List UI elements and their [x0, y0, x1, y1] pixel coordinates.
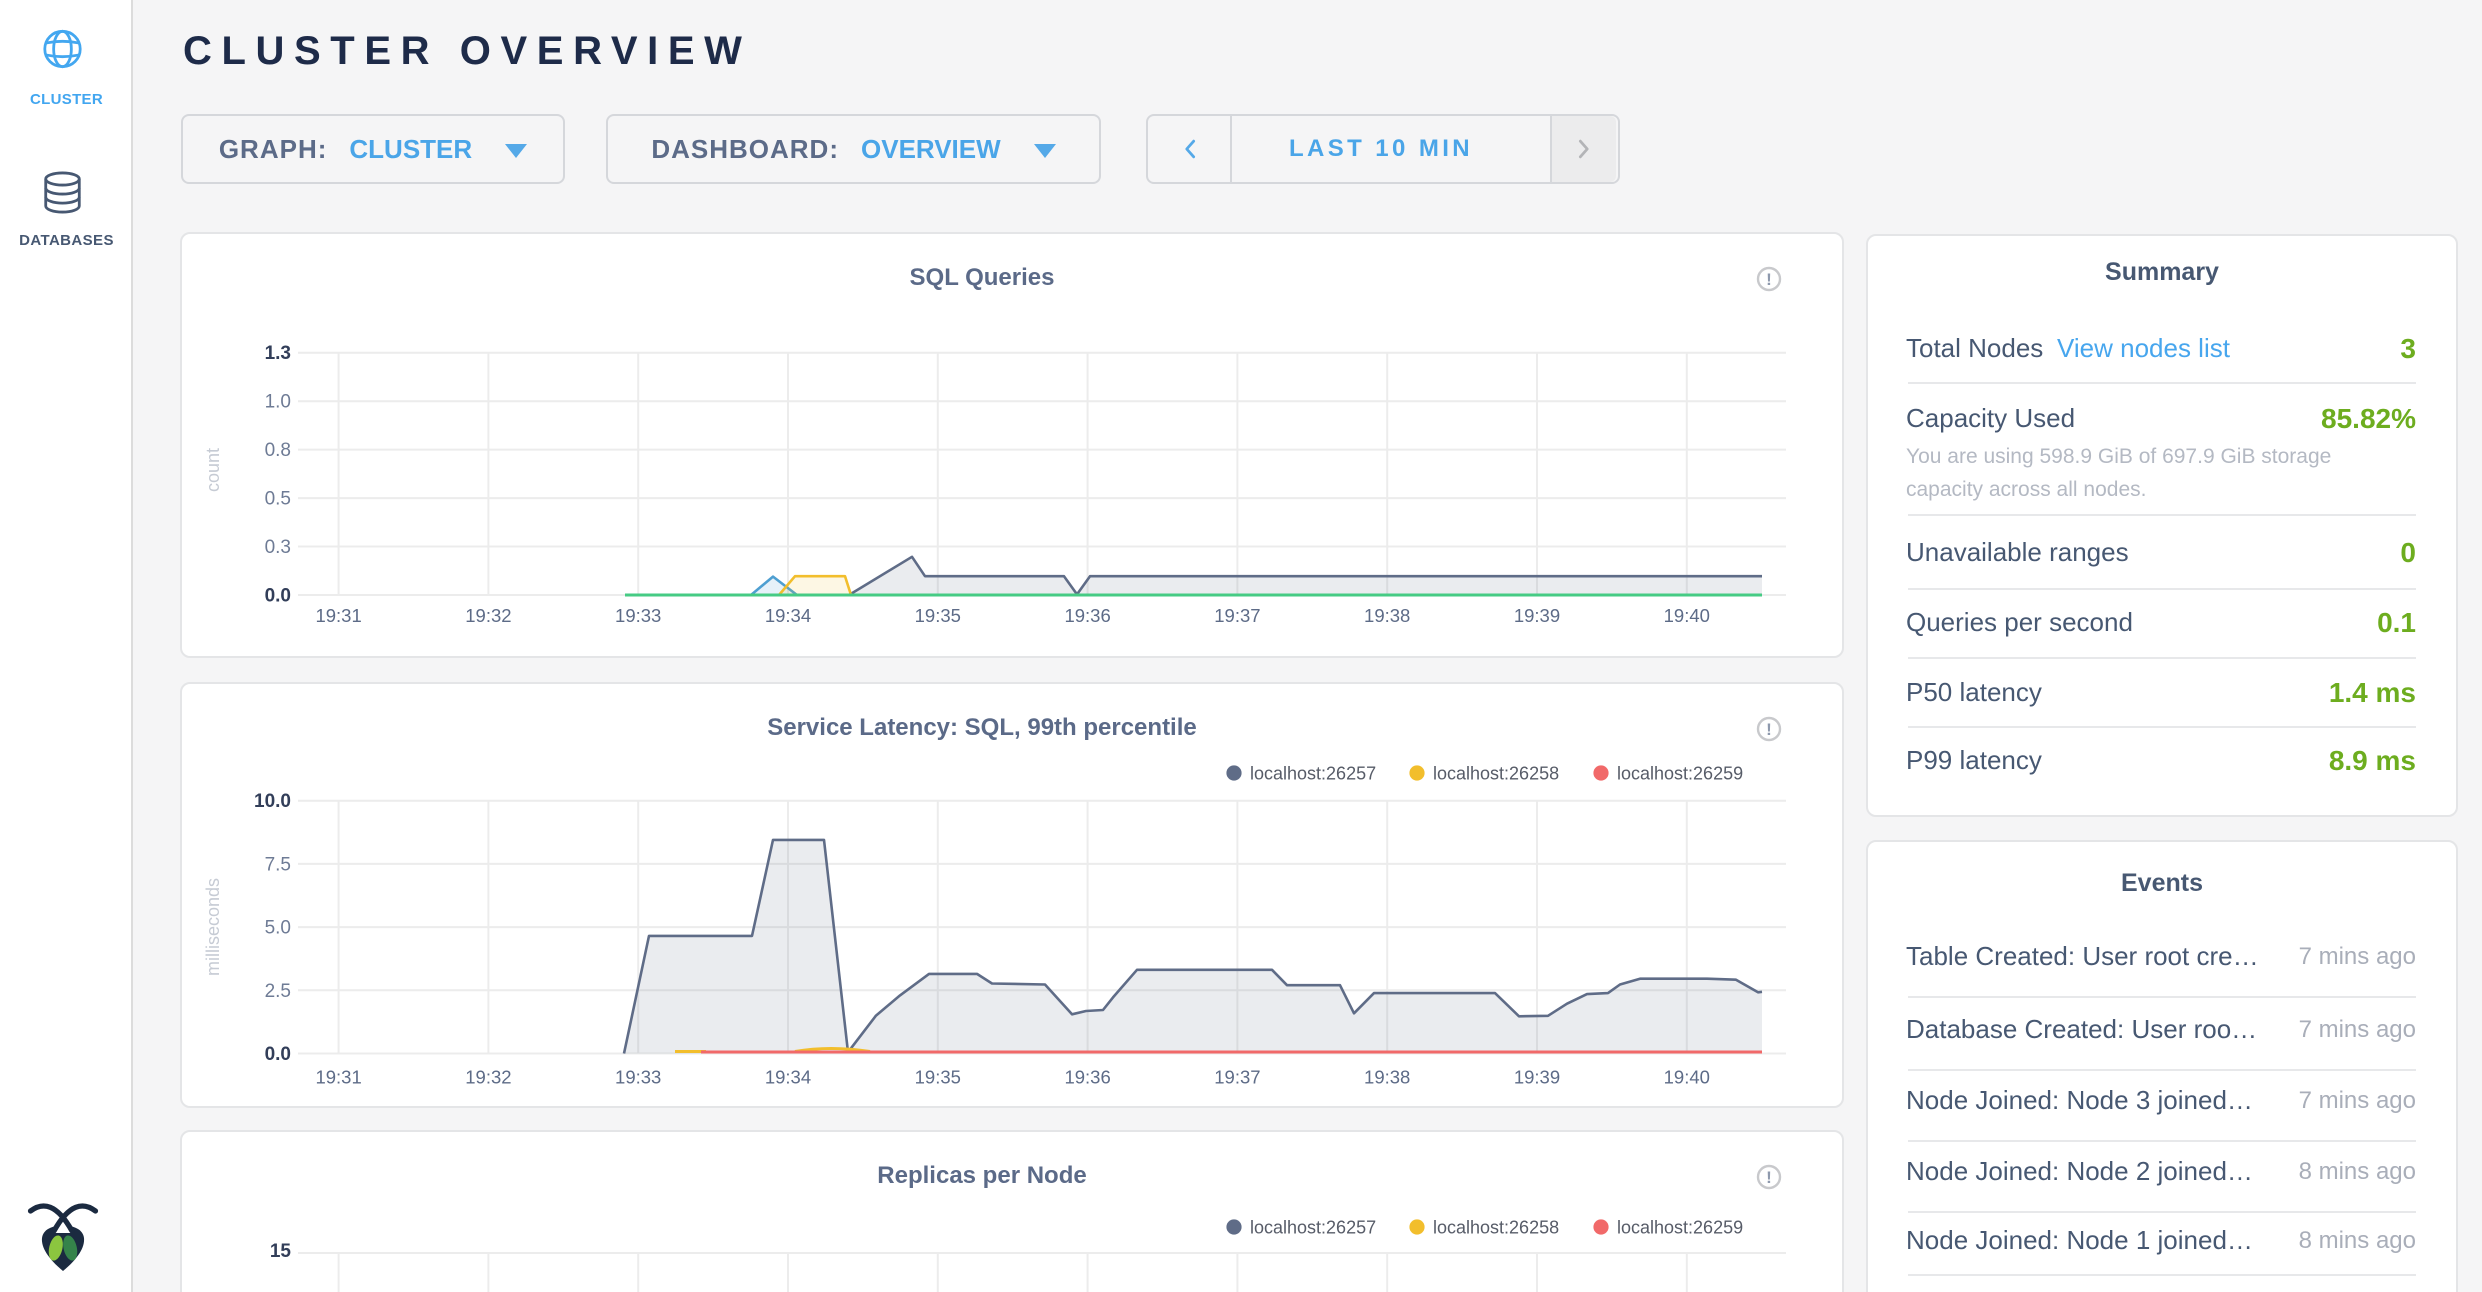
- svg-text:15: 15: [270, 1241, 292, 1262]
- svg-text:19:39: 19:39: [1514, 1067, 1560, 1088]
- svg-text:19:35: 19:35: [915, 605, 961, 626]
- svg-text:0.5: 0.5: [265, 489, 291, 510]
- svg-text:0.8: 0.8: [265, 440, 291, 461]
- svg-text:19:34: 19:34: [765, 1067, 811, 1088]
- svg-text:1.0: 1.0: [265, 392, 291, 413]
- svg-text:19:34: 19:34: [765, 605, 811, 626]
- svg-text:1.3: 1.3: [265, 343, 291, 364]
- svg-text:19:32: 19:32: [465, 1067, 511, 1088]
- svg-text:19:32: 19:32: [465, 605, 511, 626]
- svg-text:localhost:26257: localhost:26257: [1250, 1218, 1376, 1238]
- svg-text:19:37: 19:37: [1214, 605, 1260, 626]
- svg-text:19:38: 19:38: [1364, 605, 1410, 626]
- svg-text:localhost:26257: localhost:26257: [1250, 764, 1376, 784]
- svg-text:SQL Queries: SQL Queries: [910, 264, 1055, 291]
- svg-text:7.5: 7.5: [265, 854, 291, 875]
- svg-text:19:38: 19:38: [1364, 1067, 1410, 1088]
- svg-text:2.5: 2.5: [265, 981, 291, 1002]
- svg-text:0.0: 0.0: [265, 586, 291, 607]
- svg-text:19:36: 19:36: [1064, 605, 1110, 626]
- svg-text:!: !: [1766, 1168, 1772, 1187]
- svg-text:localhost:26259: localhost:26259: [1617, 1218, 1743, 1238]
- svg-text:5.0: 5.0: [265, 918, 291, 939]
- svg-text:19:40: 19:40: [1664, 1067, 1710, 1088]
- svg-text:19:33: 19:33: [615, 605, 661, 626]
- svg-text:!: !: [1766, 270, 1772, 289]
- svg-text:localhost:26259: localhost:26259: [1617, 764, 1743, 784]
- svg-text:Replicas per Node: Replicas per Node: [877, 1162, 1086, 1189]
- svg-text:19:31: 19:31: [315, 1067, 361, 1088]
- svg-text:19:35: 19:35: [915, 1067, 961, 1088]
- svg-text:19:40: 19:40: [1664, 605, 1710, 626]
- svg-text:localhost:26258: localhost:26258: [1433, 1218, 1559, 1238]
- svg-text:19:37: 19:37: [1214, 1067, 1260, 1088]
- svg-text:0.0: 0.0: [265, 1044, 291, 1065]
- svg-text:Service Latency: SQL, 99th per: Service Latency: SQL, 99th percentile: [767, 714, 1197, 741]
- svg-text:localhost:26258: localhost:26258: [1433, 764, 1559, 784]
- svg-text:!: !: [1766, 720, 1772, 739]
- svg-text:19:36: 19:36: [1064, 1067, 1110, 1088]
- svg-text:milliseconds: milliseconds: [203, 878, 223, 976]
- svg-text:19:33: 19:33: [615, 1067, 661, 1088]
- svg-text:count: count: [203, 448, 223, 492]
- svg-text:10.0: 10.0: [254, 791, 291, 812]
- svg-text:19:31: 19:31: [315, 605, 361, 626]
- svg-text:0.3: 0.3: [265, 537, 291, 558]
- svg-text:19:39: 19:39: [1514, 605, 1560, 626]
